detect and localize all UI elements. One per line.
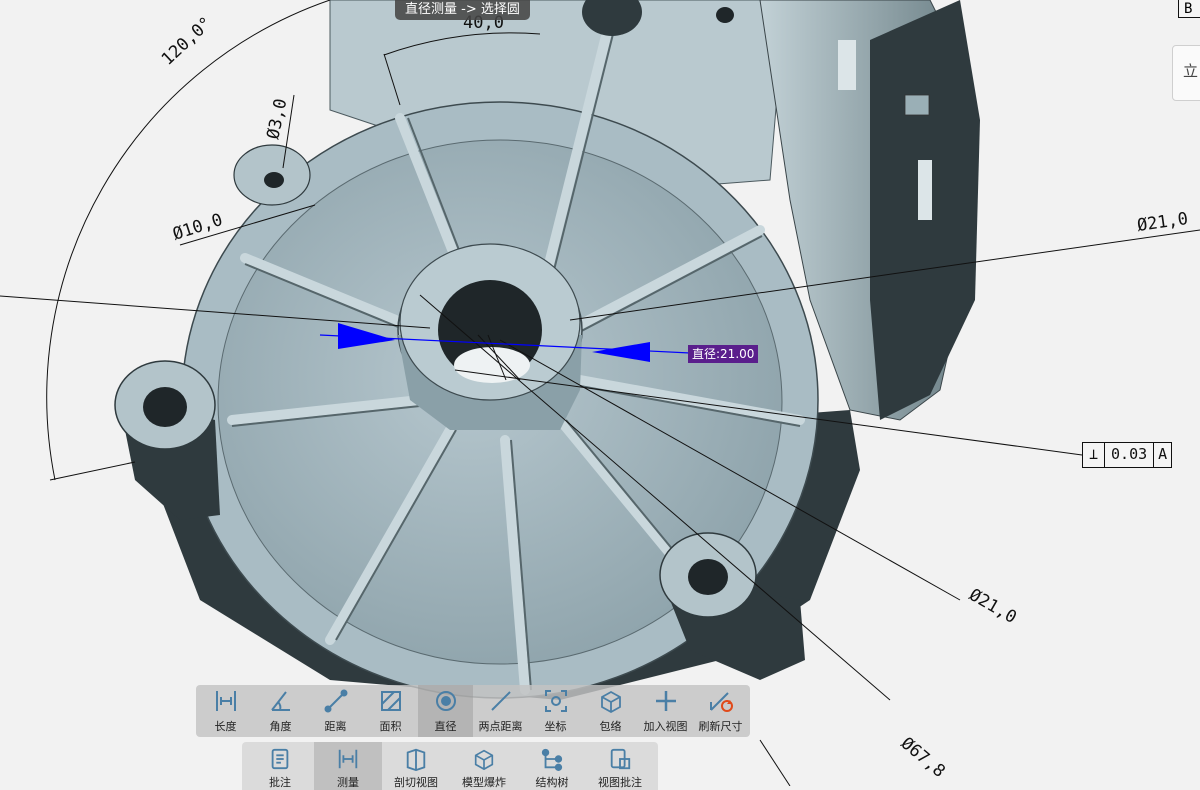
gdt-frame: ⊥ 0.03 A (1082, 442, 1173, 468)
tool-add-view[interactable]: 加入视图 (638, 685, 693, 737)
tool-structure-tree-label: 结构树 (535, 776, 569, 789)
bounding-box-icon (600, 690, 621, 714)
measure-toolbar: 长度 角度 距离 面积 直径 两点距离 坐标 包络 加入视图 刷新尺寸 (196, 685, 750, 737)
side-tab-label: 立 (1183, 62, 1199, 80)
tool-annotation-label: 批注 (269, 776, 291, 789)
tool-explode-model[interactable]: 模型爆炸 (450, 742, 518, 790)
tool-length-label: 长度 (214, 720, 237, 733)
slot (918, 160, 932, 220)
tool-distance[interactable]: 距离 (308, 685, 363, 737)
datum-b-label: B (1178, 0, 1200, 18)
explode-model-icon (474, 749, 494, 771)
dim-phi21a-text: Ø21,0 (1136, 209, 1189, 236)
plus-icon (655, 691, 676, 711)
tool-view-annotation-label: 视图批注 (598, 776, 642, 789)
3d-viewport[interactable]: 120,0° 40,0 Ø3,0 Ø10,0 Ø21,0 Ø21,0 Ø67,8 (0, 0, 1200, 786)
measure-icon (338, 749, 358, 769)
model-canvas[interactable]: 120,0° 40,0 Ø3,0 Ø10,0 Ø21,0 Ø21,0 Ø67,8 (0, 0, 1200, 786)
tool-coordinate-label: 坐标 (544, 720, 567, 733)
tool-measure-label: 测量 (337, 776, 359, 789)
breadcrumb: 直径测量 -> 选择圆 (395, 0, 530, 20)
annotation-icon (271, 748, 289, 770)
tool-area[interactable]: 面积 (363, 685, 418, 737)
tool-refresh-dimension[interactable]: 刷新尺寸 (693, 685, 748, 737)
distance-icon (324, 689, 347, 713)
area-icon (380, 691, 401, 711)
structure-tree-icon (541, 748, 563, 771)
slot (904, 94, 930, 116)
tool-section-view[interactable]: 剖切视图 (382, 742, 450, 790)
angle-icon (270, 691, 290, 711)
dim-phi21b-text: Ø21,0 (966, 585, 1020, 628)
tool-explode-model-label: 模型爆炸 (462, 776, 506, 789)
length-icon (215, 691, 236, 711)
slot (838, 40, 856, 90)
tool-two-point[interactable]: 两点距离 (473, 685, 528, 737)
tool-distance-label: 距离 (324, 720, 347, 733)
section-view-icon (406, 748, 426, 771)
tool-bounding-box-label: 包络 (599, 720, 622, 733)
gdt-tolerance: 0.03 (1105, 443, 1155, 467)
main-toolbar: 批注 测量 剖切视图 模型爆炸 结构树 视图批注 (242, 742, 658, 790)
two-point-icon (490, 691, 511, 711)
tool-bounding-box[interactable]: 包络 (583, 685, 638, 737)
hub-hole-light (454, 347, 530, 383)
view-annotation-icon (610, 748, 631, 770)
tool-measure[interactable]: 测量 (314, 742, 382, 790)
tool-diameter-label: 直径 (434, 720, 457, 733)
tool-structure-tree[interactable]: 结构树 (518, 742, 586, 790)
tool-angle-label: 角度 (269, 720, 292, 733)
boss-top-left (233, 144, 311, 206)
tool-diameter[interactable]: 直径 (418, 685, 473, 737)
side-tab[interactable]: 立 (1172, 45, 1200, 101)
tool-angle[interactable]: 角度 (253, 685, 308, 737)
dim-phi3-text: Ø3,0 (263, 97, 291, 141)
gdt-symbol: ⊥ (1083, 443, 1106, 467)
tool-two-point-label: 两点距离 (478, 720, 523, 733)
refresh-dimension-icon (709, 692, 733, 712)
tool-view-annotation[interactable]: 视图批注 (586, 742, 654, 790)
coordinate-icon (544, 690, 567, 712)
tool-coordinate[interactable]: 坐标 (528, 685, 583, 737)
diameter-value-label: 直径:21.00 (688, 345, 759, 363)
dim-angle-text: 120,0° (158, 13, 217, 70)
tool-section-view-label: 剖切视图 (394, 776, 438, 789)
tool-refresh-dimension-label: 刷新尺寸 (698, 720, 743, 733)
tool-length[interactable]: 长度 (198, 685, 253, 737)
boss-left (114, 360, 220, 520)
tool-add-view-label: 加入视图 (643, 720, 688, 733)
dim-phi67-text: Ø67,8 (897, 734, 949, 782)
diameter-icon (435, 691, 456, 711)
tool-annotation[interactable]: 批注 (246, 742, 314, 790)
tool-area-label: 面积 (379, 720, 402, 733)
gdt-datum: A (1158, 445, 1168, 463)
